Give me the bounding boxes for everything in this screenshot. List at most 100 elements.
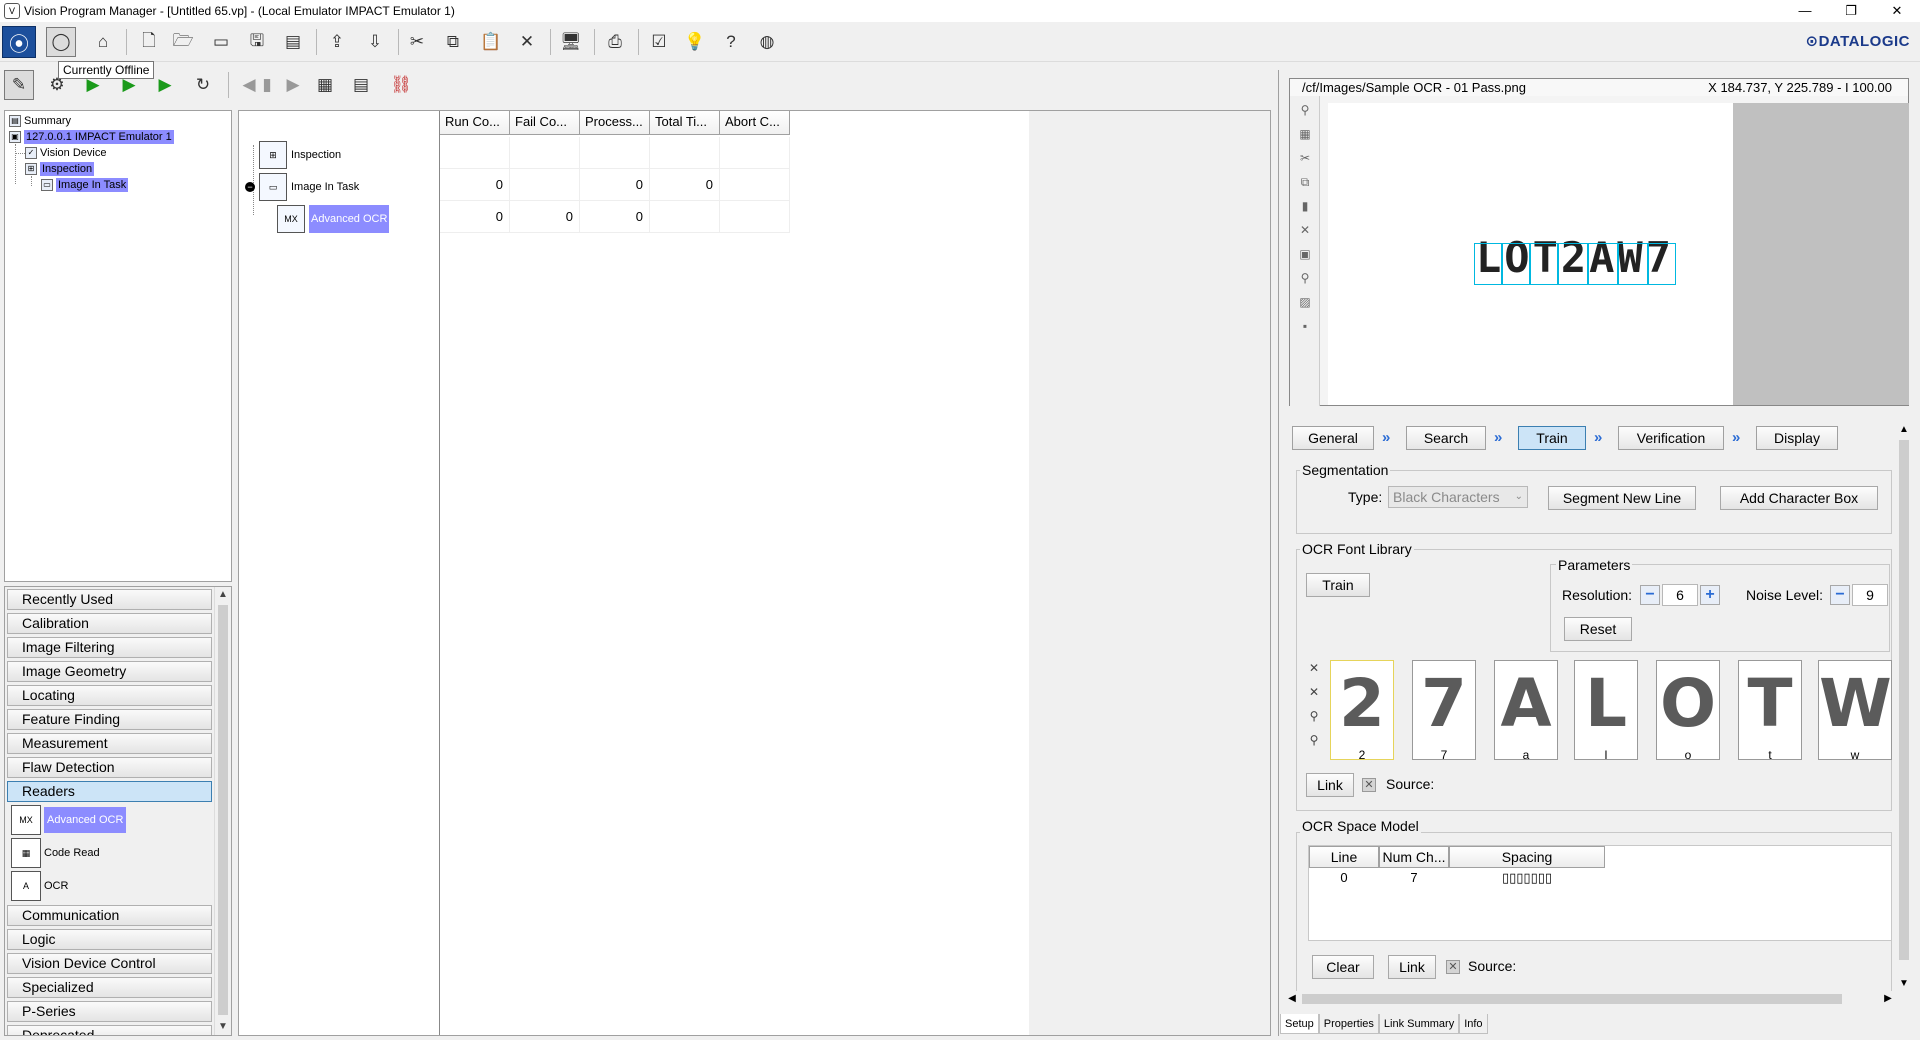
delete-icon[interactable]: ✕ (1297, 222, 1313, 238)
scroll-thumb[interactable] (1302, 994, 1842, 1004)
link-icon[interactable]: ⛓ (386, 70, 416, 100)
category-scrollbar[interactable]: ▲ ▼ (214, 587, 231, 1035)
tab-link-summary[interactable]: Link Summary (1378, 1014, 1460, 1034)
category-vision-device-control[interactable]: Vision Device Control (7, 953, 212, 974)
save-icon[interactable]: 🖫 (242, 27, 272, 57)
print-icon[interactable]: ⎙ (600, 27, 630, 57)
font-char-cell[interactable]: W w (1818, 660, 1892, 760)
counter-reset-icon[interactable]: ▤ (346, 70, 376, 100)
image-canvas[interactable]: LOT2AW7 (1328, 103, 1733, 405)
scroll-thumb[interactable] (1899, 440, 1909, 960)
scroll-down-icon[interactable]: ▼ (1896, 976, 1912, 992)
copy-icon[interactable]: ⧉ (438, 27, 468, 57)
char-box[interactable] (1530, 243, 1558, 285)
font-char-cell[interactable]: T t (1738, 660, 1802, 760)
help-icon[interactable]: ? (716, 27, 746, 57)
task-image-in-task[interactable]: − ▭ Image In Task (245, 173, 359, 201)
scroll-up-icon[interactable]: ▲ (1896, 422, 1912, 438)
tree-item-image-in-task[interactable]: ▭ Image In Task (41, 178, 129, 192)
scroll-thumb[interactable] (218, 605, 228, 1015)
open-folder-icon[interactable]: 🗁 (168, 27, 198, 57)
category-p-series[interactable]: P-Series (7, 1001, 212, 1022)
source-clear-icon[interactable]: ✕ (1362, 778, 1376, 792)
category-feature-finding[interactable]: Feature Finding (7, 709, 212, 730)
category-communication[interactable]: Communication (7, 905, 212, 926)
upload-icon[interactable]: ⇪ (322, 27, 352, 57)
copy-icon[interactable]: ⧉ (1297, 174, 1313, 190)
tree-item-inspection[interactable]: ⊞ Inspection (25, 162, 95, 176)
cut-icon[interactable]: ✂ (402, 27, 432, 57)
category-image-filtering[interactable]: Image Filtering (7, 637, 212, 658)
category-logic[interactable]: Logic (7, 929, 212, 950)
tab-search[interactable]: Search (1406, 426, 1486, 450)
column-header[interactable]: Spacing (1449, 846, 1605, 868)
char-box[interactable] (1618, 243, 1648, 285)
tree-item-summary[interactable]: ▤ Summary (9, 114, 71, 128)
font-char-cell[interactable]: 7 7 (1412, 660, 1476, 760)
category-image-geometry[interactable]: Image Geometry (7, 661, 212, 682)
step-icon[interactable]: ▶ (150, 70, 180, 100)
column-header[interactable]: Num Ch... (1379, 846, 1449, 868)
cut-icon[interactable]: ✂ (1297, 150, 1313, 166)
reset-button[interactable]: Reset (1564, 617, 1632, 641)
vision-device-icon[interactable]: ⦿ (2, 26, 36, 58)
about-icon[interactable]: ◍ (752, 27, 782, 57)
type-select[interactable]: Black Characters ⌄ (1388, 486, 1528, 508)
save-all-icon[interactable]: ▤ (278, 27, 308, 57)
zoom-out-icon[interactable]: ⚲ (1306, 732, 1322, 748)
refresh-icon[interactable]: ↻ (188, 70, 218, 100)
minimize-button[interactable]: — (1782, 0, 1828, 22)
task-inspection[interactable]: ⊞ Inspection (259, 141, 341, 169)
tool-ocr[interactable]: A OCR (11, 870, 68, 902)
category-measurement[interactable]: Measurement (7, 733, 212, 754)
segment-new-line-button[interactable]: Segment New Line (1548, 486, 1696, 510)
noise-decrement[interactable]: − (1830, 585, 1850, 605)
zoom-in-icon[interactable]: ⚲ (1306, 708, 1322, 724)
font-link-button[interactable]: Link (1306, 773, 1354, 797)
resolution-input[interactable]: 6 (1662, 584, 1698, 606)
next-icon[interactable]: ▶ (278, 70, 308, 100)
tab-info[interactable]: Info (1459, 1014, 1488, 1034)
tree-item-device[interactable]: ▣ 127.0.0.1 IMPACT Emulator 1 (9, 130, 174, 144)
tab-display[interactable]: Display (1756, 426, 1838, 450)
setup-hscrollbar[interactable]: ◀ ▶ (1284, 991, 1896, 1007)
char-box[interactable] (1558, 243, 1588, 285)
font-char-cell[interactable]: O o (1656, 660, 1720, 760)
grid-icon[interactable]: ▦ (1297, 126, 1313, 142)
zoom-icon[interactable]: ⚲ (1297, 270, 1313, 286)
column-header[interactable]: Total Ti... (650, 111, 720, 135)
pointer-icon[interactable]: ⚲ (1297, 102, 1313, 118)
resolution-increment[interactable]: + (1700, 585, 1720, 605)
close-button[interactable]: ✕ (1874, 0, 1920, 22)
add-character-box-button[interactable]: Add Character Box (1720, 486, 1878, 510)
tab-setup[interactable]: Setup (1280, 1014, 1319, 1034)
monitor-icon[interactable]: 🖥 (556, 27, 586, 57)
font-char-cell[interactable]: L l (1574, 660, 1638, 760)
delete-icon[interactable]: ✕ (1306, 660, 1322, 676)
category-recently-used[interactable]: Recently Used (7, 589, 212, 610)
home-icon[interactable]: ⌂ (88, 27, 118, 57)
restore-button[interactable]: ❐ (1828, 0, 1874, 22)
roi-icon[interactable]: ▣ (1297, 246, 1313, 262)
scroll-right-icon[interactable]: ▶ (1880, 991, 1896, 1007)
column-header[interactable]: Line (1309, 846, 1379, 868)
bulb-icon[interactable]: 💡 (680, 27, 710, 57)
font-char-cell[interactable]: 2 2 (1330, 660, 1394, 760)
tab-train[interactable]: Train (1518, 426, 1586, 450)
column-header[interactable]: Fail Co... (510, 111, 580, 135)
space-link-button[interactable]: Link (1388, 955, 1436, 979)
paste-icon[interactable]: ▮ (1297, 198, 1313, 214)
column-header[interactable]: Run Co... (440, 111, 510, 135)
char-box[interactable] (1588, 243, 1618, 285)
tool-code-read[interactable]: ▦ Code Read (11, 837, 100, 869)
edit-mode-icon[interactable]: ✎ (4, 70, 34, 100)
char-box[interactable] (1474, 243, 1502, 285)
checklist-icon[interactable]: ☑ (644, 27, 674, 57)
task-advanced-ocr[interactable]: MX Advanced OCR (277, 205, 390, 233)
tab-properties[interactable]: Properties (1318, 1014, 1379, 1034)
font-char-cell[interactable]: A a (1494, 660, 1558, 760)
column-header[interactable]: Process... (580, 111, 650, 135)
tab-general[interactable]: General (1292, 426, 1374, 450)
category-locating[interactable]: Locating (7, 685, 212, 706)
category-readers[interactable]: Readers (7, 781, 212, 802)
